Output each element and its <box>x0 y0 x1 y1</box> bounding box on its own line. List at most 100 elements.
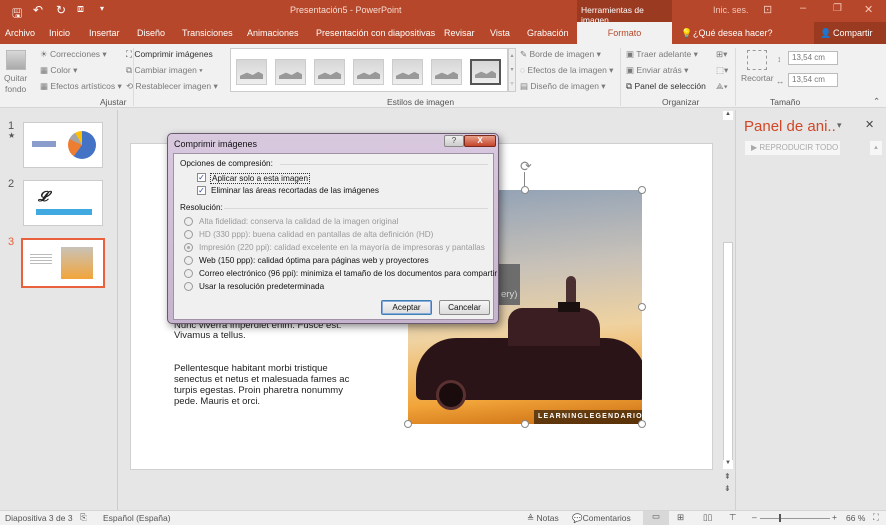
tab-grabacion[interactable]: Grabación <box>527 22 569 44</box>
scroll-thumb[interactable] <box>723 242 733 462</box>
ribbon-display-icon[interactable]: ⊡ <box>763 3 772 16</box>
slide-thumbnail-3-selected[interactable] <box>21 238 105 288</box>
style-thumbnail[interactable] <box>275 59 306 85</box>
zoom-level[interactable]: 66 % <box>846 513 865 523</box>
remove-background-label-1[interactable]: Quitar <box>4 73 27 83</box>
delete-cropped-checkbox[interactable]: ✓ <box>197 186 206 195</box>
label-hd[interactable]: HD (330 ppp): buena calidad en pantallas… <box>199 230 433 239</box>
crop-label[interactable]: Recortar <box>741 73 774 83</box>
radio-hd[interactable] <box>184 230 193 239</box>
corrections-button[interactable]: ☀ Correcciones ▾ <box>40 49 107 60</box>
normal-view-icon[interactable]: ▭ <box>643 511 669 525</box>
rotate-handle-icon[interactable]: ⟳ <box>520 158 532 175</box>
comments-button[interactable]: 💬Comentarios <box>572 513 631 524</box>
close-dialog-button[interactable]: X <box>464 135 496 147</box>
fit-to-window-icon[interactable]: ⛶ <box>873 512 879 523</box>
label-web[interactable]: Web (150 ppp): calidad óptima para págin… <box>199 256 429 265</box>
crop-icon[interactable] <box>747 50 767 70</box>
style-thumbnail-selected[interactable] <box>470 59 501 85</box>
zoom-slider[interactable] <box>760 518 830 519</box>
zoom-slider-thumb[interactable] <box>779 514 781 522</box>
reading-view-icon[interactable]: ▯▯ <box>703 512 712 523</box>
compress-pictures-button[interactable]: ⛶ Comprimir imágenes <box>126 49 213 60</box>
rotate-icon[interactable]: ⟁▾ <box>716 81 728 92</box>
tab-animaciones[interactable]: Animaciones <box>247 22 299 44</box>
radio-default[interactable] <box>184 282 193 291</box>
radio-print[interactable] <box>184 243 193 252</box>
style-thumbnail[interactable] <box>431 59 462 85</box>
resize-handle[interactable] <box>404 420 412 428</box>
previous-slide-icon[interactable]: ⇞ <box>724 472 731 481</box>
tab-revisar[interactable]: Revisar <box>444 22 475 44</box>
slide-sorter-icon[interactable]: ⊞ <box>677 512 684 523</box>
tab-diseno[interactable]: Diseño <box>137 22 165 44</box>
remove-background-label-2[interactable]: fondo <box>5 84 26 94</box>
customize-qat-icon[interactable]: ▾ <box>100 4 104 13</box>
redo-icon[interactable]: ↻ <box>56 3 66 17</box>
height-input[interactable]: 13,54 cm <box>788 51 838 65</box>
tab-inicio[interactable]: Inicio <box>49 22 70 44</box>
radio-high-fidelity[interactable] <box>184 217 193 226</box>
radio-web[interactable] <box>184 256 193 265</box>
share-button[interactable]: 👤 Compartir <box>814 22 886 44</box>
tab-presentacion[interactable]: Presentación con diapositivas <box>316 22 435 44</box>
change-picture-button[interactable]: ⧉ Cambiar imagen ▾ <box>126 65 203 76</box>
ok-button[interactable]: Aceptar <box>381 300 432 315</box>
spellcheck-icon[interactable]: ⎘ <box>80 512 87 523</box>
label-default[interactable]: Usar la resolución predeterminada <box>199 282 324 291</box>
tab-transiciones[interactable]: Transiciones <box>182 22 233 44</box>
resize-handle[interactable] <box>638 420 646 428</box>
resize-handle[interactable] <box>638 186 646 194</box>
pane-options-icon[interactable]: ▾ <box>837 120 842 131</box>
restore-icon[interactable]: ❐ <box>833 3 842 14</box>
reset-picture-button[interactable]: ⟲ Restablecer imagen ▾ <box>126 81 218 92</box>
label-high-fidelity[interactable]: Alta fidelidad: conserva la calidad de l… <box>199 217 398 226</box>
scroll-down-icon[interactable]: ▼ <box>723 460 733 469</box>
pane-scroll-up-icon[interactable]: ▲ <box>870 141 882 155</box>
collapse-ribbon-icon[interactable]: ⌃ <box>873 96 880 107</box>
style-thumbnail[interactable] <box>353 59 384 85</box>
help-button[interactable]: ? <box>444 135 464 147</box>
play-all-button[interactable]: ▶ REPRODUCIR TODO <box>745 141 840 155</box>
label-print[interactable]: Impresión (220 ppi): calidad excelente e… <box>199 243 485 252</box>
slide-body-line[interactable]: Vivamus a tellus. <box>174 330 246 341</box>
group-icon[interactable]: ⬚▾ <box>716 65 728 76</box>
cancel-button[interactable]: Cancelar <box>439 300 490 315</box>
style-thumbnail[interactable] <box>392 59 423 85</box>
scroll-up-icon[interactable]: ▲ <box>723 111 733 120</box>
delete-cropped-label[interactable]: Eliminar las áreas recortadas de las imá… <box>211 186 379 195</box>
artistic-effects-button[interactable]: ▦ Efectos artísticos ▾ <box>40 81 122 92</box>
undo-icon[interactable]: ↶ <box>33 3 43 17</box>
align-icon[interactable]: ⊞▾ <box>716 49 727 60</box>
remove-background-icon[interactable] <box>6 50 26 70</box>
resize-handle[interactable] <box>521 186 529 194</box>
slide-thumbnail-1[interactable] <box>23 122 103 168</box>
style-thumbnail[interactable] <box>314 59 345 85</box>
color-button[interactable]: ▦ Color ▾ <box>40 65 77 76</box>
picture-layout-button[interactable]: ▤ Diseño de imagen ▾ <box>520 81 606 92</box>
width-input[interactable]: 13,54 cm <box>788 73 838 87</box>
picture-effects-button[interactable]: ◌ Efectos de la imagen ▾ <box>520 65 613 76</box>
tell-me-input[interactable]: ¿Qué desea hacer? <box>693 22 773 44</box>
tab-insertar[interactable]: Insertar <box>89 22 120 44</box>
minimize-icon[interactable]: – <box>800 2 806 14</box>
bring-forward-button[interactable]: ▣ Traer adelante ▾ <box>626 49 698 60</box>
gallery-scroll[interactable]: ▴ ▾ ▿ <box>508 48 516 92</box>
zoom-in-icon[interactable]: + <box>832 512 837 522</box>
tab-archivo[interactable]: Archivo <box>5 22 35 44</box>
start-presentation-icon[interactable]: ⧈ <box>77 3 84 16</box>
send-backward-button[interactable]: ▣ Enviar atrás ▾ <box>626 65 688 76</box>
picture-styles-gallery[interactable] <box>230 48 508 92</box>
close-window-icon[interactable]: ✕ <box>864 3 873 16</box>
selection-pane-button[interactable]: ⧉ Panel de selección <box>626 81 706 92</box>
radio-email[interactable] <box>184 269 193 278</box>
slideshow-icon[interactable]: ⊤ <box>729 512 736 523</box>
close-pane-icon[interactable]: ✕ <box>865 118 874 131</box>
apply-only-checkbox[interactable]: ✓ <box>197 173 206 182</box>
notes-button[interactable]: ≜ Notas <box>527 513 559 524</box>
language-indicator[interactable]: Español (España) <box>103 513 171 523</box>
label-email[interactable]: Correo electrónico (96 ppi): minimiza el… <box>199 269 497 278</box>
next-slide-icon[interactable]: ⇟ <box>724 484 731 493</box>
picture-border-button[interactable]: ✎ Borde de imagen ▾ <box>520 49 601 60</box>
tab-vista[interactable]: Vista <box>490 22 510 44</box>
